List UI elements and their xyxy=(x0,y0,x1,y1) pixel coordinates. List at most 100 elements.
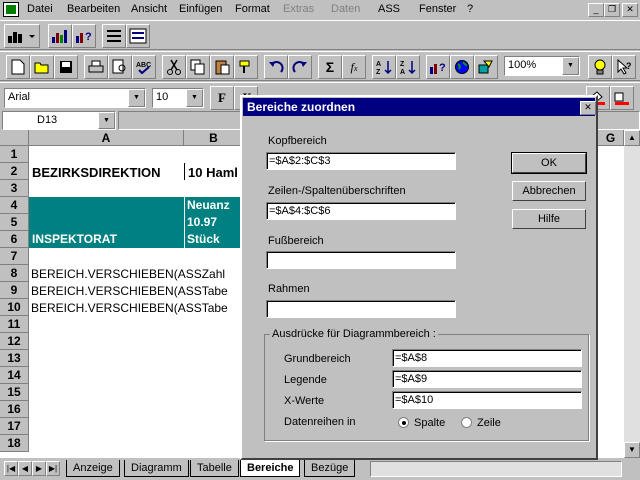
close-window-button[interactable]: ✕ xyxy=(622,3,638,17)
row-header[interactable]: 11 xyxy=(0,316,29,333)
vertical-scrollbar[interactable]: ▲ ▼ xyxy=(624,130,640,458)
row-header[interactable]: 16 xyxy=(0,401,29,418)
legende-input[interactable]: =$A$9 xyxy=(392,370,582,388)
row-header[interactable]: 13 xyxy=(0,350,29,367)
cell-b6[interactable]: Stück xyxy=(187,232,220,246)
scroll-down-arrow-icon[interactable]: ▼ xyxy=(624,442,640,458)
tab-bezuege[interactable]: Bezüge xyxy=(304,460,356,477)
chart-wizard-std-button[interactable]: ? xyxy=(426,55,450,79)
cell-a2[interactable]: BEZIRKSDIREKTION xyxy=(32,165,161,180)
radio-zeile[interactable] xyxy=(461,417,472,428)
row-header[interactable]: 12 xyxy=(0,333,29,350)
menu-einfuegen[interactable]: Einfügen xyxy=(179,3,222,15)
bold-button[interactable]: F xyxy=(210,86,234,110)
column-header-a[interactable]: A xyxy=(29,130,184,146)
chart-wizard-button[interactable] xyxy=(48,24,72,48)
zeilen-spalten-input[interactable]: =$A$4:$C$6 xyxy=(266,202,456,220)
rahmen-input[interactable] xyxy=(266,300,456,318)
row-header[interactable]: 5 xyxy=(0,214,29,231)
select-all-corner[interactable] xyxy=(0,130,29,146)
cell-b2[interactable]: 10 Haml xyxy=(188,165,244,180)
chart-help-button[interactable]: ? xyxy=(72,24,96,48)
chevron-down-icon[interactable]: ▼ xyxy=(128,89,145,107)
tab-bereiche[interactable]: Bereiche xyxy=(240,460,301,477)
menu-fenster[interactable]: Fenster xyxy=(419,3,456,15)
menu-help[interactable]: ? xyxy=(467,3,473,15)
tab-anzeige[interactable]: Anzeige xyxy=(66,460,120,477)
cell-b4[interactable]: Neuanz xyxy=(187,198,244,212)
abbrechen-button[interactable]: Abbrechen xyxy=(512,181,586,201)
hilfe-button[interactable]: Hilfe xyxy=(512,209,586,229)
sort-ascending-button[interactable]: AZ xyxy=(372,55,396,79)
font-name-combo[interactable]: Arial ▼ xyxy=(4,88,146,108)
name-box[interactable]: D13 ▼ xyxy=(2,111,116,130)
undo-button[interactable] xyxy=(264,55,288,79)
font-color-button[interactable] xyxy=(610,86,634,110)
cell-a6[interactable]: INSPEKTORAT xyxy=(32,232,117,246)
cell-a10[interactable]: BEREICH.VERSCHIEBEN(ASSTabe xyxy=(31,301,244,315)
dialog-close-icon[interactable]: ✕ xyxy=(580,101,596,115)
last-sheet-icon[interactable]: ▶| xyxy=(46,461,60,476)
row-header[interactable]: 3 xyxy=(0,180,29,197)
row-header[interactable]: 14 xyxy=(0,367,29,384)
fussbereich-input[interactable] xyxy=(266,251,456,269)
format-painter-button[interactable] xyxy=(234,55,258,79)
menu-format[interactable]: Format xyxy=(235,3,270,15)
row-header[interactable]: 18 xyxy=(0,435,29,452)
menu-datei[interactable]: Datei xyxy=(27,3,53,15)
menu-bearbeiten[interactable]: Bearbeiten xyxy=(67,3,120,15)
scroll-up-arrow-icon[interactable]: ▲ xyxy=(624,130,640,146)
first-sheet-icon[interactable]: |◀ xyxy=(4,461,18,476)
minimize-button[interactable]: _ xyxy=(588,3,604,17)
cell-a8[interactable]: BEREICH.VERSCHIEBEN(ASSZahl xyxy=(31,267,244,281)
paste-button[interactable] xyxy=(210,55,234,79)
cell-a9[interactable]: BEREICH.VERSCHIEBEN(ASSTabe xyxy=(31,284,244,298)
chevron-down-icon[interactable]: ▼ xyxy=(562,57,579,75)
menu-daten[interactable]: Daten xyxy=(331,3,360,15)
menu-ansicht[interactable]: Ansicht xyxy=(131,3,167,15)
form-button[interactable] xyxy=(126,24,150,48)
chart-dropdown-button[interactable] xyxy=(4,24,40,48)
help-button[interactable]: ? xyxy=(612,55,636,79)
x-werte-input[interactable]: =$A$10 xyxy=(392,391,582,409)
row-header[interactable]: 2 xyxy=(0,163,29,180)
excel-app-icon[interactable] xyxy=(3,2,19,17)
prev-sheet-icon[interactable]: ◀ xyxy=(18,461,32,476)
copy-button[interactable] xyxy=(186,55,210,79)
row-header[interactable]: 7 xyxy=(0,248,29,265)
column-header-b[interactable]: B xyxy=(184,130,244,146)
row-header[interactable]: 17 xyxy=(0,418,29,435)
menu-extras[interactable]: Extras xyxy=(283,3,314,15)
menu-ass[interactable]: ASS xyxy=(378,3,400,15)
new-button[interactable] xyxy=(6,55,30,79)
restore-button[interactable]: ❐ xyxy=(604,3,620,17)
drawing-button[interactable] xyxy=(474,55,498,79)
next-sheet-icon[interactable]: ▶ xyxy=(32,461,46,476)
spellcheck-button[interactable]: ABC xyxy=(132,55,156,79)
redo-button[interactable] xyxy=(288,55,312,79)
font-size-combo[interactable]: 10 ▼ xyxy=(152,88,204,108)
function-wizard-button[interactable]: fx xyxy=(342,55,366,79)
row-header[interactable]: 10 xyxy=(0,299,29,316)
row-header[interactable]: 6 xyxy=(0,231,29,248)
row-header[interactable]: 9 xyxy=(0,282,29,299)
radio-zeile-label[interactable]: Zeile xyxy=(477,417,501,429)
print-button[interactable] xyxy=(84,55,108,79)
ok-button[interactable]: OK xyxy=(511,152,587,174)
open-button[interactable] xyxy=(30,55,54,79)
radio-spalte-label[interactable]: Spalte xyxy=(414,417,445,429)
chevron-down-icon[interactable]: ▼ xyxy=(186,89,203,107)
tip-wizard-button[interactable] xyxy=(588,55,612,79)
radio-spalte[interactable] xyxy=(398,417,409,428)
cell-b5[interactable]: 10.97 xyxy=(187,215,217,229)
list-button[interactable] xyxy=(102,24,126,48)
column-header-g[interactable]: G xyxy=(598,130,624,146)
kopfbereich-input[interactable]: =$A$2:$C$3 xyxy=(266,152,456,170)
grundbereich-input[interactable]: =$A$8 xyxy=(392,349,582,367)
horizontal-scrollbar[interactable] xyxy=(370,461,622,477)
sort-descending-button[interactable]: ZA xyxy=(396,55,420,79)
print-preview-button[interactable] xyxy=(108,55,132,79)
tab-diagramm[interactable]: Diagramm xyxy=(124,460,189,477)
row-header[interactable]: 15 xyxy=(0,384,29,401)
zoom-combo[interactable]: 100% ▼ xyxy=(504,56,580,76)
